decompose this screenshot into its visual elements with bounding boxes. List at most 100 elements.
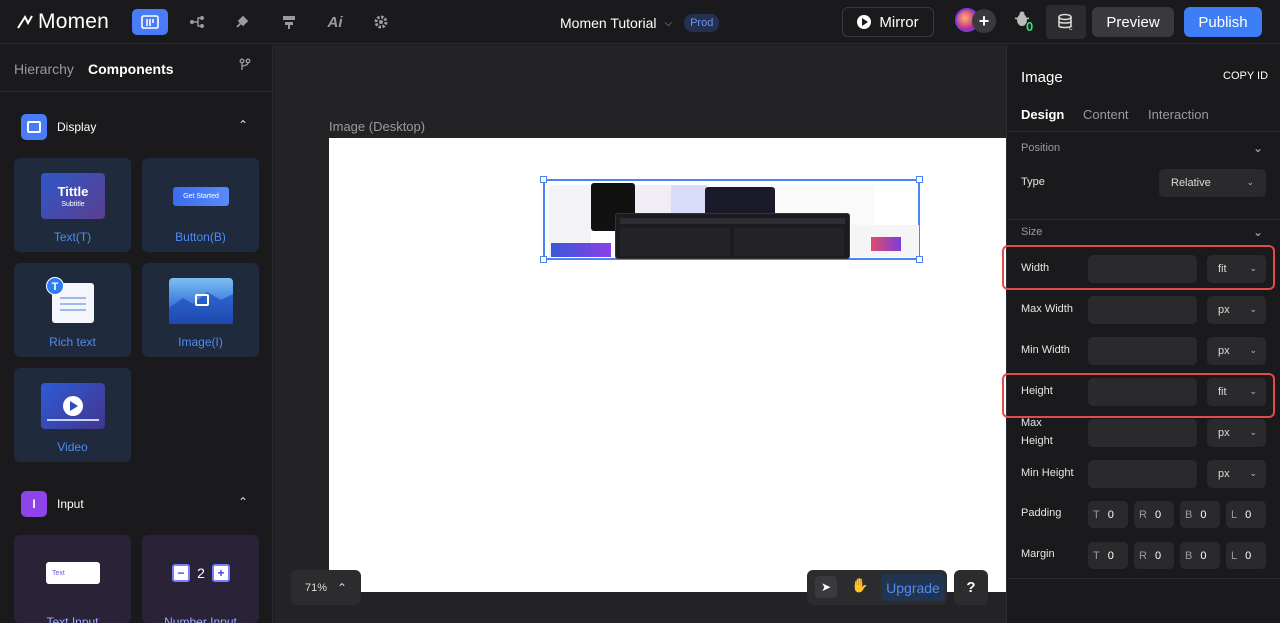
thumb-number-value: 2 (197, 565, 205, 581)
thumb-subtitle: Subtitle (61, 201, 85, 208)
max-height-input[interactable] (1088, 419, 1197, 447)
tab-hierarchy[interactable]: Hierarchy (14, 61, 74, 77)
divider (1007, 219, 1280, 220)
image-thumbnail (169, 278, 233, 324)
component-label: Number Input (164, 615, 237, 623)
git-branch-icon[interactable] (238, 58, 252, 75)
resize-handle[interactable] (916, 176, 923, 183)
component-label: Button(B) (175, 230, 226, 244)
collapse-icon[interactable]: ⌄ (1253, 141, 1263, 155)
chevron-down-icon: ⌵ (664, 17, 673, 29)
min-height-input[interactable] (1088, 460, 1197, 488)
tab-interaction[interactable]: Interaction (1148, 107, 1209, 122)
resize-handle[interactable] (540, 176, 547, 183)
env-badge[interactable]: Prod (684, 14, 720, 32)
ai-icon[interactable]: Ai (317, 9, 353, 35)
margin-bottom-input[interactable]: B0 (1180, 542, 1220, 569)
database-icon[interactable]: c (1046, 5, 1086, 39)
display-section-header[interactable]: Display ⌃ (0, 114, 273, 142)
component-number-input[interactable]: − 2 + Number Input (142, 535, 259, 623)
thumb-button-text: Get Started (173, 186, 229, 206)
project-switcher[interactable]: Momen Tutorial ⌵ Prod (560, 14, 720, 32)
image-collage-part (615, 213, 850, 259)
chevron-up-icon[interactable]: ⌃ (238, 495, 248, 509)
tab-content[interactable]: Content (1083, 107, 1129, 122)
padding-side-key: B (1185, 508, 1193, 521)
settings-gear-icon[interactable] (363, 9, 399, 35)
hand-tool-icon[interactable]: ✋ (851, 577, 868, 594)
margin-top-input[interactable]: T0 (1088, 542, 1128, 569)
component-text-input[interactable]: Text Text Input (14, 535, 131, 623)
component-rich-text[interactable]: T Rich text (14, 263, 131, 357)
margin-value: 0 (1200, 549, 1207, 562)
component-button[interactable]: Get Started Button(B) (142, 158, 259, 252)
input-section-header[interactable]: I Input ⌃ (0, 491, 273, 519)
padding-bottom-input[interactable]: B0 (1180, 501, 1220, 528)
padding-value: 0 (1107, 508, 1114, 521)
issues-count: 0 (1026, 19, 1034, 34)
padding-value: 0 (1154, 508, 1162, 521)
zoom-control[interactable]: 71% ⌃ (291, 570, 361, 605)
divider (1007, 131, 1280, 132)
play-icon (857, 15, 872, 29)
component-text[interactable]: Tittle Subtitle Text(T) (14, 158, 131, 252)
padding-right-input[interactable]: R0 (1134, 501, 1174, 528)
max-height-unit-select[interactable]: px ⌄ (1207, 419, 1266, 447)
mirror-label: Mirror (879, 13, 919, 31)
margin-side-key: B (1185, 549, 1193, 562)
layout-icon[interactable] (271, 9, 307, 35)
left-tabs: Hierarchy Components (0, 45, 272, 92)
logic-flow-icon[interactable] (179, 9, 215, 35)
tab-components[interactable]: Components (88, 61, 174, 77)
margin-side-key: L (1231, 549, 1238, 562)
resize-handle[interactable] (916, 256, 923, 263)
preview-button[interactable]: Preview (1092, 7, 1174, 37)
tab-design[interactable]: Design (1021, 107, 1064, 122)
momen-logo[interactable]: Momen (16, 9, 109, 35)
type-select[interactable]: Relative ⌄ (1159, 169, 1266, 197)
width-input[interactable] (1088, 255, 1197, 283)
desktop-frame[interactable] (329, 138, 1006, 592)
chevron-up-icon: ⌃ (336, 580, 348, 595)
margin-value: 0 (1107, 549, 1114, 562)
height-unit-select[interactable]: fit ⌄ (1207, 378, 1266, 406)
margin-left-input[interactable]: L0 (1226, 542, 1266, 569)
min-height-unit-select[interactable]: px ⌄ (1207, 460, 1266, 488)
component-video[interactable]: Video (14, 368, 131, 462)
chevron-up-icon[interactable]: ⌃ (238, 118, 248, 132)
upgrade-button[interactable]: Upgrade (881, 574, 945, 601)
pages-icon[interactable] (132, 9, 168, 35)
image-collage-part (851, 225, 919, 257)
minus-icon: − (172, 564, 190, 582)
chevron-down-icon: ⌄ (1249, 345, 1257, 355)
width-unit-select[interactable]: fit ⌄ (1207, 255, 1266, 283)
max-width-input[interactable] (1088, 296, 1197, 324)
invite-plus-icon[interactable]: + (972, 9, 996, 33)
margin-right-input[interactable]: R0 (1134, 542, 1174, 569)
collapse-icon[interactable]: ⌄ (1253, 225, 1263, 239)
selected-image-element[interactable] (540, 176, 923, 263)
padding-top-input[interactable]: T0 (1088, 501, 1128, 528)
copy-id-button[interactable]: COPY ID (1223, 70, 1268, 82)
component-image[interactable]: Image(I) (142, 263, 259, 357)
pointer-tool-icon[interactable]: ➤ (815, 576, 837, 598)
svg-text:c: c (1069, 25, 1073, 31)
padding-left-input[interactable]: L0 (1226, 501, 1266, 528)
help-button[interactable]: ? (954, 570, 988, 605)
margin-side-key: T (1093, 549, 1100, 562)
canvas[interactable]: Image (Desktop) 71% ⌃ ➤ ✋ Upgrade ? (274, 45, 1006, 623)
top-bar: Momen Ai Momen Tutorial ⌵ Prod Mirror + … (0, 0, 1280, 44)
publish-button[interactable]: Publish (1184, 7, 1262, 37)
chevron-down-icon: ⌄ (1249, 468, 1257, 478)
plugin-icon[interactable] (224, 9, 260, 35)
min-width-input[interactable] (1088, 337, 1197, 365)
resize-handle[interactable] (540, 256, 547, 263)
height-label: Height (1021, 385, 1053, 397)
min-height-label: Min Height (1021, 467, 1074, 479)
logo-text: Momen (38, 10, 110, 33)
display-section-icon (21, 114, 47, 140)
mirror-button[interactable]: Mirror (842, 7, 934, 37)
height-input[interactable] (1088, 378, 1197, 406)
min-width-unit-select[interactable]: px ⌄ (1207, 337, 1266, 365)
max-width-unit-select[interactable]: px ⌄ (1207, 296, 1266, 324)
